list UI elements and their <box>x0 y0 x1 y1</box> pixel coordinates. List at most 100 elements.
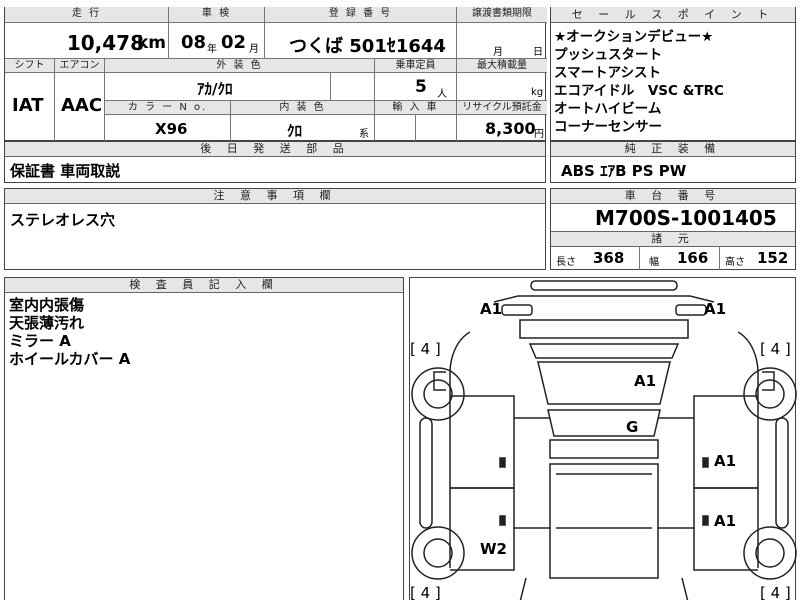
damage-mark-front-left: A1 <box>480 300 503 318</box>
sales-points-list: ★オークションデビュー★ プッシュスタート スマートアシスト エコアイドル VS… <box>554 28 724 136</box>
aircon-cell: AAC <box>55 73 105 141</box>
max-load-cell: kg <box>457 73 547 101</box>
specs-header: 諸 元 <box>551 231 795 247</box>
recycle-cell: 8,300 円 <box>457 115 547 141</box>
sales-point-item: エコアイドル VSC &TRC <box>554 83 724 99</box>
damage-mark-right-front-door: A1 <box>714 452 737 470</box>
inspector-note: 室内内張傷 <box>9 296 85 314</box>
mileage-header: 走 行 <box>5 7 169 23</box>
inspector-note: 天張薄汚れ <box>9 314 85 332</box>
inspection-year-unit: 年 <box>207 44 217 55</box>
max-load-header: 最大積載量 <box>457 59 547 73</box>
recycle-header: リサイクル預託金 <box>457 101 547 115</box>
later-parts-value: 保証書 車両取説 <box>10 162 121 180</box>
damage-mark-left-rear: W2 <box>480 540 507 558</box>
int-color-cell: ｸﾛ 系 <box>231 115 375 141</box>
aircon-header: エアコン <box>55 59 105 73</box>
aircon-value: AAC <box>61 95 103 116</box>
car-outline <box>411 280 797 600</box>
ext-color-header: 外 装 色 <box>105 59 375 73</box>
sales-points-header: セ ー ル ス ポ イ ン ト <box>551 7 795 23</box>
color-no-cell: X96 <box>105 115 231 141</box>
sales-points-section: セ ー ル ス ポ イ ン ト ★オークションデビュー★ プッシュスタート スマ… <box>550 7 796 141</box>
inspection-month-unit: 月 <box>249 44 259 55</box>
sales-point-item: プッシュスタート <box>554 47 662 63</box>
inspection-header: 車 検 <box>169 7 265 23</box>
later-parts-section: 後 日 発 送 部 品 保証書 車両取説 <box>4 141 546 183</box>
ext-color-cell: ｱｶ/ｸﾛ <box>105 73 331 101</box>
inspection-cell: 08 年 02 月 <box>169 23 265 59</box>
equipment-value: ABS ｴｱB PS PW <box>561 162 687 180</box>
registration-cell: つくば 501ｾ1644 <box>265 23 457 59</box>
shift-cell: IAT <box>5 73 55 141</box>
inspector-notes: 室内内張傷 天張薄汚れ ミラー A ホイールカバー A <box>9 296 130 368</box>
ext-color-extra-cell <box>331 73 375 101</box>
equipment-header: 純 正 装 備 <box>551 142 795 157</box>
later-parts-header: 後 日 発 送 部 品 <box>5 142 545 157</box>
capacity-unit: 人 <box>437 89 447 100</box>
damage-mark-roof: A1 <box>634 372 657 390</box>
sales-point-item: スマートアシスト <box>554 65 662 81</box>
inspector-note: ミラー A <box>9 332 71 350</box>
import-cell-a <box>375 115 416 141</box>
sales-point-item: オートハイビーム <box>554 101 662 117</box>
import-header: 輸 入 車 <box>375 101 457 115</box>
chassis-section: 車 台 番 号 M700S-1001405 諸 元 長さ 368 幅 166 高… <box>550 188 796 270</box>
specs-divider <box>719 246 720 270</box>
inspection-year: 08 <box>181 32 207 53</box>
int-color-header: 内 装 色 <box>231 101 375 115</box>
notice-value: ステレオレス穴 <box>10 211 116 229</box>
mileage-value: 10,478 <box>66 31 144 55</box>
specs-divider <box>639 246 640 270</box>
tire-depth-rear-left: [ 4 ] <box>410 584 441 600</box>
notice-section: 注 意 事 項 欄 ステレオレス穴 <box>4 188 546 270</box>
tire-depth-front-left: [ 4 ] <box>410 340 441 358</box>
recycle-unit: 円 <box>534 129 544 140</box>
width-value: 166 <box>677 249 709 267</box>
inspector-note: ホイールカバー A <box>9 350 131 368</box>
recycle-value: 8,300 <box>485 119 536 138</box>
load-unit: kg <box>531 87 544 98</box>
specs-row: 長さ 368 幅 166 高さ 152 <box>551 246 795 270</box>
mileage-cell: 10,478 km <box>5 23 169 59</box>
inspector-header: 検 査 員 記 入 欄 <box>5 278 403 293</box>
inspection-month: 02 <box>221 32 247 53</box>
sales-point-item: ★オークションデビュー★ <box>554 29 714 45</box>
chassis-header: 車 台 番 号 <box>551 189 795 204</box>
color-no-value: X96 <box>155 120 188 138</box>
length-label: 長さ <box>556 257 576 268</box>
registration-header: 登 録 番 号 <box>265 7 457 23</box>
damage-mark-glass: G <box>626 418 639 436</box>
sales-point-item: コーナーセンサー <box>554 119 662 135</box>
tire-depth-front-right: [ 4 ] <box>760 340 791 358</box>
inspector-section: 検 査 員 記 入 欄 室内内張傷 天張薄汚れ ミラー A ホイールカバー A <box>4 277 404 600</box>
transfer-day: 日 <box>533 47 543 58</box>
damage-mark-right-rear-door: A1 <box>714 512 737 530</box>
ext-color-value: ｱｶ/ｸﾛ <box>197 80 233 98</box>
capacity-value: 5 <box>415 77 427 97</box>
registration-value: つくば 501ｾ1644 <box>289 36 446 57</box>
chassis-value: M700S-1001405 <box>595 206 777 230</box>
equipment-section: 純 正 装 備 ABS ｴｱB PS PW <box>550 141 796 183</box>
vehicle-info-table: 走 行 車 検 登 録 番 号 譲渡書類期限 10,478 km 08 年 02… <box>4 7 547 141</box>
length-value: 368 <box>593 249 625 267</box>
transfer-cell: 月 日 <box>457 23 547 59</box>
car-diagram: A1 A1 A1 G A1 A1 W2 [ 4 ] [ 4 ] [ 4 ] [ … <box>409 277 797 600</box>
color-no-header: カ ラ ー N o. <box>105 101 231 115</box>
notice-header: 注 意 事 項 欄 <box>5 189 545 204</box>
capacity-header: 乗車定員 <box>375 59 457 73</box>
import-cell-b <box>416 115 457 141</box>
int-color-suffix: 系 <box>359 129 369 140</box>
height-label: 高さ <box>725 257 745 268</box>
width-label: 幅 <box>649 257 659 268</box>
tire-depth-rear-right: [ 4 ] <box>760 584 791 600</box>
transfer-month: 月 <box>493 47 503 58</box>
int-color-value: ｸﾛ <box>287 122 303 140</box>
height-value: 152 <box>757 249 789 267</box>
damage-mark-front-right: A1 <box>704 300 727 318</box>
shift-header: シフト <box>5 59 55 73</box>
shift-value: IAT <box>12 95 44 116</box>
transfer-header: 譲渡書類期限 <box>457 7 547 23</box>
capacity-cell: 5 人 <box>375 73 457 101</box>
mileage-unit: km <box>136 33 166 53</box>
